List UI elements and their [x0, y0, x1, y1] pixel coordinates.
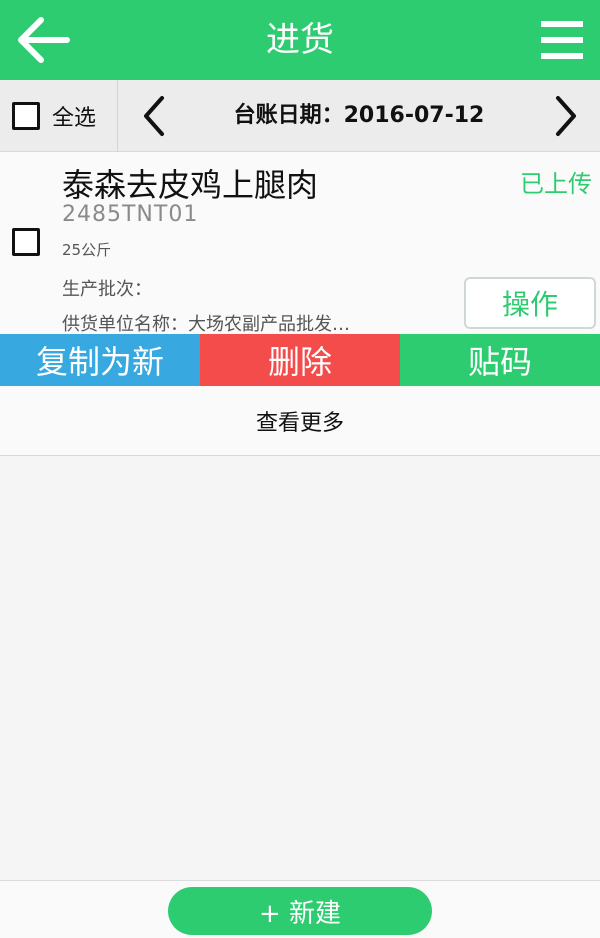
delete-button[interactable]: 删除 [200, 334, 400, 386]
item-name: 泰森去皮鸡上腿肉 [62, 166, 319, 204]
operate-button[interactable]: 操作 [464, 277, 596, 329]
footer-bar: + 新建 [0, 880, 600, 938]
select-all-checkbox[interactable] [12, 102, 40, 130]
page-title: 进货 [266, 20, 334, 60]
app-bar: 进货 [0, 0, 600, 80]
batch-label: 生产批次： [62, 279, 152, 300]
menu-button[interactable] [536, 12, 588, 68]
upload-status: 已上传 [520, 170, 592, 198]
list-item: 泰森去皮鸡上腿肉 已上传 2485TNT01 25公斤 生产批次： 供货单位名称… [0, 152, 600, 335]
item-code: 2485TNT01 [62, 202, 199, 227]
new-button[interactable]: + 新建 [168, 887, 432, 935]
select-all-toggle[interactable]: 全选 [0, 80, 118, 152]
ledger-date: 台账日期：2016-07-12 [233, 103, 485, 128]
next-date-button[interactable] [538, 88, 594, 144]
date-bar: 全选 台账日期：2016-07-12 [0, 80, 600, 152]
supplier-text: 供货单位名称：大场农副产品批发… [62, 314, 350, 335]
chevron-left-icon [144, 96, 164, 136]
hamburger-menu-icon [541, 21, 583, 59]
item-weight: 25公斤 [62, 241, 112, 259]
chevron-right-icon [556, 96, 576, 136]
copy-as-new-button[interactable]: 复制为新 [0, 334, 200, 386]
view-more-button[interactable]: 查看更多 [0, 386, 600, 456]
item-checkbox[interactable] [12, 228, 40, 256]
prev-date-button[interactable] [126, 88, 182, 144]
item-actions: 复制为新 删除 贴码 [0, 334, 600, 386]
select-all-label: 全选 [52, 106, 97, 131]
barcode-button[interactable]: 贴码 [400, 334, 600, 386]
